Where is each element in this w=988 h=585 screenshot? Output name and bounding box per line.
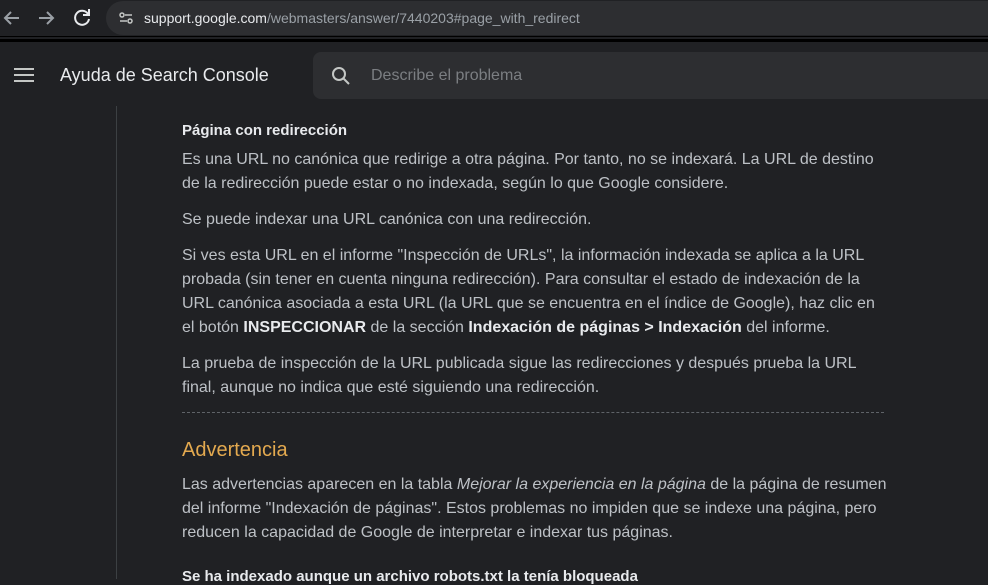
divider	[182, 412, 884, 413]
url-text[interactable]: support.google.com/webmasters/answer/744…	[144, 10, 580, 26]
paragraph-1: Es una URL no canónica que redirige a ot…	[182, 151, 874, 192]
app-title[interactable]: Ayuda de Search Console	[60, 65, 269, 86]
indexing-section-label: Indexación de páginas > Indexación	[468, 319, 742, 336]
forward-arrow-icon[interactable]	[34, 6, 58, 30]
search-input[interactable]	[369, 65, 973, 87]
section-heading-warning: Advertencia	[182, 439, 288, 461]
paragraph-2: Se puede indexar una URL canónica con un…	[182, 211, 592, 228]
app-header: Ayuda de Search Console	[0, 39, 988, 109]
paragraph-5: Las advertencias aparecen en la tabla Me…	[182, 476, 887, 541]
inspect-button-label: INSPECCIONAR	[243, 319, 367, 336]
url-host: support.google.com	[144, 10, 267, 26]
search-box[interactable]	[313, 52, 988, 99]
paragraph-3: Si ves esta URL en el informe "Inspecció…	[182, 247, 875, 336]
subheading-indexed-blocked-robots: Se ha indexado aunque un archivo robots.…	[182, 568, 638, 585]
address-bar[interactable]: support.google.com/webmasters/answer/744…	[106, 1, 988, 35]
url-path: /webmasters/answer/7440203#page_with_red…	[266, 10, 580, 26]
back-arrow-icon[interactable]	[0, 6, 24, 30]
subheading-page-with-redirect: Página con redirección	[182, 122, 348, 139]
hamburger-menu-icon[interactable]	[14, 68, 34, 82]
paragraph-4: La prueba de inspección de la URL public…	[182, 355, 856, 396]
search-icon[interactable]	[331, 66, 351, 86]
page-experience-link-text: Mejorar la experiencia en la página	[456, 476, 706, 493]
site-settings-icon[interactable]	[118, 10, 134, 26]
browser-toolbar: support.google.com/webmasters/answer/744…	[0, 0, 988, 37]
reload-icon[interactable]	[70, 6, 94, 30]
article-content: Página con redirección Es una URL no can…	[116, 106, 988, 585]
